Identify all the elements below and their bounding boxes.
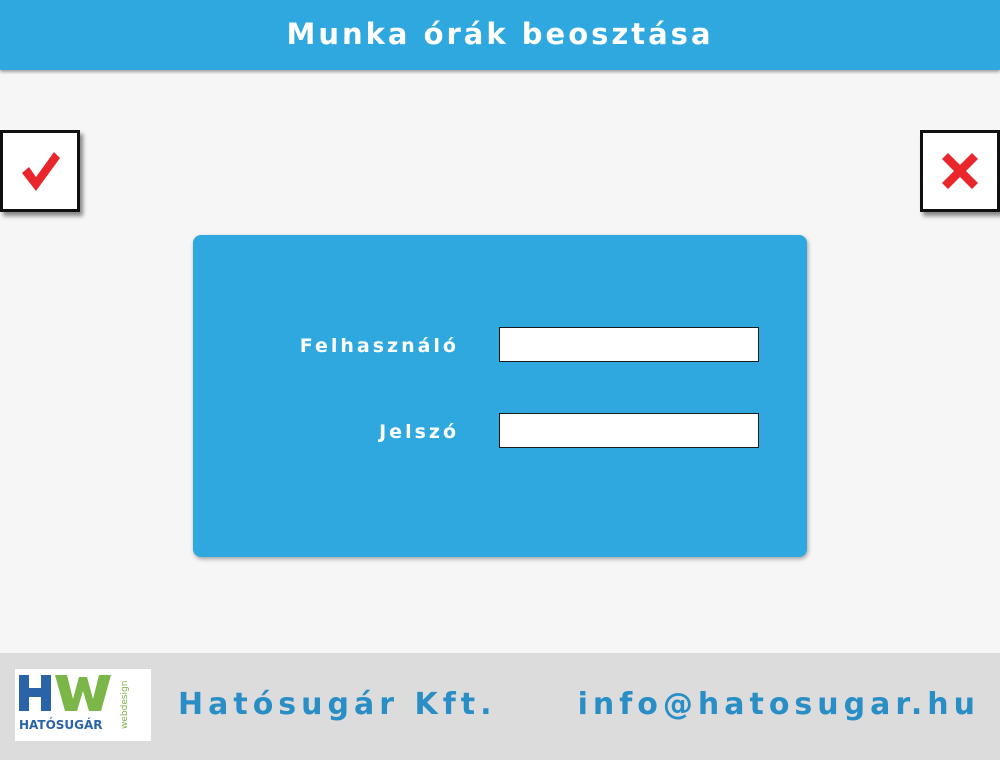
cancel-button[interactable] <box>920 130 1000 212</box>
header-bar: Munka órák beosztása <box>0 0 1000 70</box>
checkmark-icon <box>22 152 60 191</box>
company-logo: HATÓSUGÁR webdesign <box>15 669 151 741</box>
confirm-button[interactable] <box>0 130 80 212</box>
password-label: Jelszó <box>379 421 459 443</box>
logo-brand-text: HATÓSUGÁR <box>19 717 103 732</box>
contact-email: info@hatosugar.hu <box>577 687 980 722</box>
password-input[interactable] <box>499 413 759 448</box>
login-panel: Felhasználó Jelszó <box>193 235 807 557</box>
page-title: Munka órák beosztása <box>286 17 714 51</box>
company-name: Hatósugár Kft. <box>178 687 497 722</box>
close-icon <box>942 153 978 189</box>
logo-tagline-text: webdesign <box>120 681 130 729</box>
footer-bar: HATÓSUGÁR webdesign Hatósugár Kft. info@… <box>0 653 1000 760</box>
username-input[interactable] <box>499 327 759 362</box>
username-label: Felhasználó <box>299 335 459 357</box>
